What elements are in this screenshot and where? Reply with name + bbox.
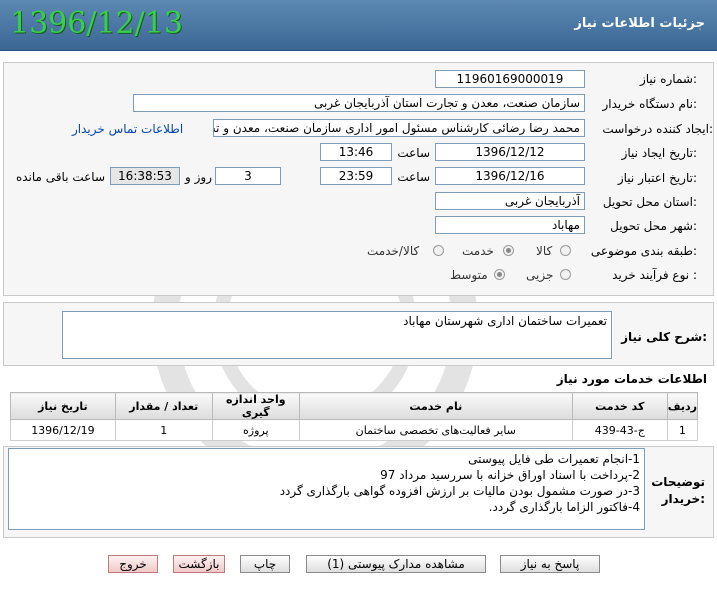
reply-to-need-button[interactable]: پاسخ به نیاز <box>500 555 600 573</box>
need-number-label: شماره نیاز: <box>639 72 697 86</box>
time-remaining-label: ساعت باقی مانده <box>15 170 105 184</box>
creator-label: ایجاد کننده درخواست: <box>602 122 713 136</box>
col-service-name: نام خدمت <box>298 392 573 420</box>
cell-unit: پروژه <box>211 419 300 441</box>
created-time-field: 13:46 <box>320 143 392 161</box>
buyer-note-line: 4-فاکتور الزاما بارگذاری گردد. <box>488 500 640 514</box>
services-header-row: ردیف کد خدمت نام خدمت واحد اندازه گیری ت… <box>10 392 699 420</box>
process-medium-label: متوسط <box>450 268 488 282</box>
page-header: جزئیات اطلاعات نیاز 1396/12/13 <box>0 0 717 51</box>
cell-service-code: ج-43-439 <box>571 419 668 441</box>
process-minor-label: جزیی <box>526 268 554 282</box>
summary-label: شرح کلی نیاز: <box>621 330 707 344</box>
category-goods-label: کالا <box>536 244 553 258</box>
page-title: جزئیات اطلاعات نیاز <box>574 16 705 31</box>
process-minor-radio[interactable] <box>560 269 571 280</box>
need-number-field: 1196016900001‎9 <box>435 70 585 88</box>
col-service-code: کد خدمت <box>571 392 668 420</box>
view-attachments-button[interactable]: مشاهده مدارک پیوستی (1) <box>306 555 486 573</box>
validity-date-field: 1396/12/16 <box>435 167 585 185</box>
buyer-note-line: 2-پرداخت با اسناد اوراق خزانه با سررسید … <box>380 468 640 482</box>
buyer-org-label: نام دستگاه خریدار: <box>602 97 698 111</box>
time-remaining-field: 16:38:53 <box>110 167 180 185</box>
process-type-label: نوع فرآیند خرید : <box>612 268 697 282</box>
validity-date-label: تاریخ اعتبار نیاز: <box>617 171 697 185</box>
back-button[interactable]: بازگشت <box>173 555 225 573</box>
created-date-label: تاریخ ایجاد نیاز: <box>621 146 697 160</box>
category-goods-radio[interactable] <box>560 245 571 256</box>
days-word-label: روز و <box>185 170 212 184</box>
buyer-contact-link[interactable]: اطلاعات تماس خریدار <box>72 122 183 136</box>
print-button[interactable]: چاپ <box>240 555 290 573</box>
process-medium-radio[interactable] <box>494 269 505 280</box>
exit-button[interactable]: خروج <box>108 555 158 573</box>
services-table: ردیف کد خدمت نام خدمت واحد اندازه گیری ت… <box>10 392 699 441</box>
validity-time-label: ساعت <box>397 170 430 184</box>
cell-quantity: 1 <box>114 419 213 441</box>
category-service-radio[interactable] <box>503 245 514 256</box>
cell-need-date: 1396/12/19 <box>10 419 116 441</box>
category-goods-service-label: کالا/خدمت <box>367 244 420 258</box>
category-label: طبقه بندی موضوعی: <box>590 244 697 258</box>
city-label: شهر محل تحویل: <box>610 219 697 233</box>
col-need-date: تاریخ نیاز <box>10 392 116 420</box>
services-section-title: اطلاعات خدمات مورد نیاز <box>556 372 707 386</box>
table-row: 1 ج-43-439 سایر فعالیت‌های تخصصی ساختمان… <box>10 419 699 441</box>
created-time-label: ساعت <box>397 146 430 160</box>
col-row-number: ردیف <box>666 392 699 420</box>
province-label: استان محل تحویل: <box>602 195 697 209</box>
buyer-note-line: 1-انجام تعمیرات طی فایل پیوستی <box>468 452 640 466</box>
creator-field: محمد رضا رضائی کارشناس مسئول امور اداری … <box>213 119 585 137</box>
category-goods-service-radio[interactable] <box>433 245 444 256</box>
validity-time-field: 23:59 <box>320 167 392 185</box>
category-service-label: خدمت <box>462 244 494 258</box>
buyer-notes-label-line2: خریدار: <box>661 492 705 506</box>
created-date-field: 1396/12/12 <box>435 143 585 161</box>
days-remaining-field: 3 <box>215 167 281 185</box>
cell-service-name: سایر فعالیت‌های تخصصی ساختمان <box>298 419 573 441</box>
cell-row-number: 1 <box>666 419 699 441</box>
col-quantity: تعداد / مقدار <box>114 392 213 420</box>
buyer-note-line: 3-در صورت مشمول بودن مالیات بر ارزش افزو… <box>279 484 640 498</box>
buyer-org-field: سازمان صنعت، معدن و تجارت استان آذربایجا… <box>133 94 585 112</box>
city-field: مهاباد <box>435 216 585 234</box>
header-date: 1396/12/13 <box>10 6 183 41</box>
col-unit: واحد اندازه گیری <box>211 392 300 420</box>
summary-text-area: تعمیرات ساختمان اداری شهرستان مهاباد <box>62 311 612 359</box>
buyer-notes-text-area: 1-انجام تعمیرات طی فایل پیوستی 2-پرداخت … <box>8 448 645 530</box>
buyer-notes-label-line1: توضیحات <box>651 475 705 489</box>
province-field: آذربایجان غربی <box>435 192 585 210</box>
